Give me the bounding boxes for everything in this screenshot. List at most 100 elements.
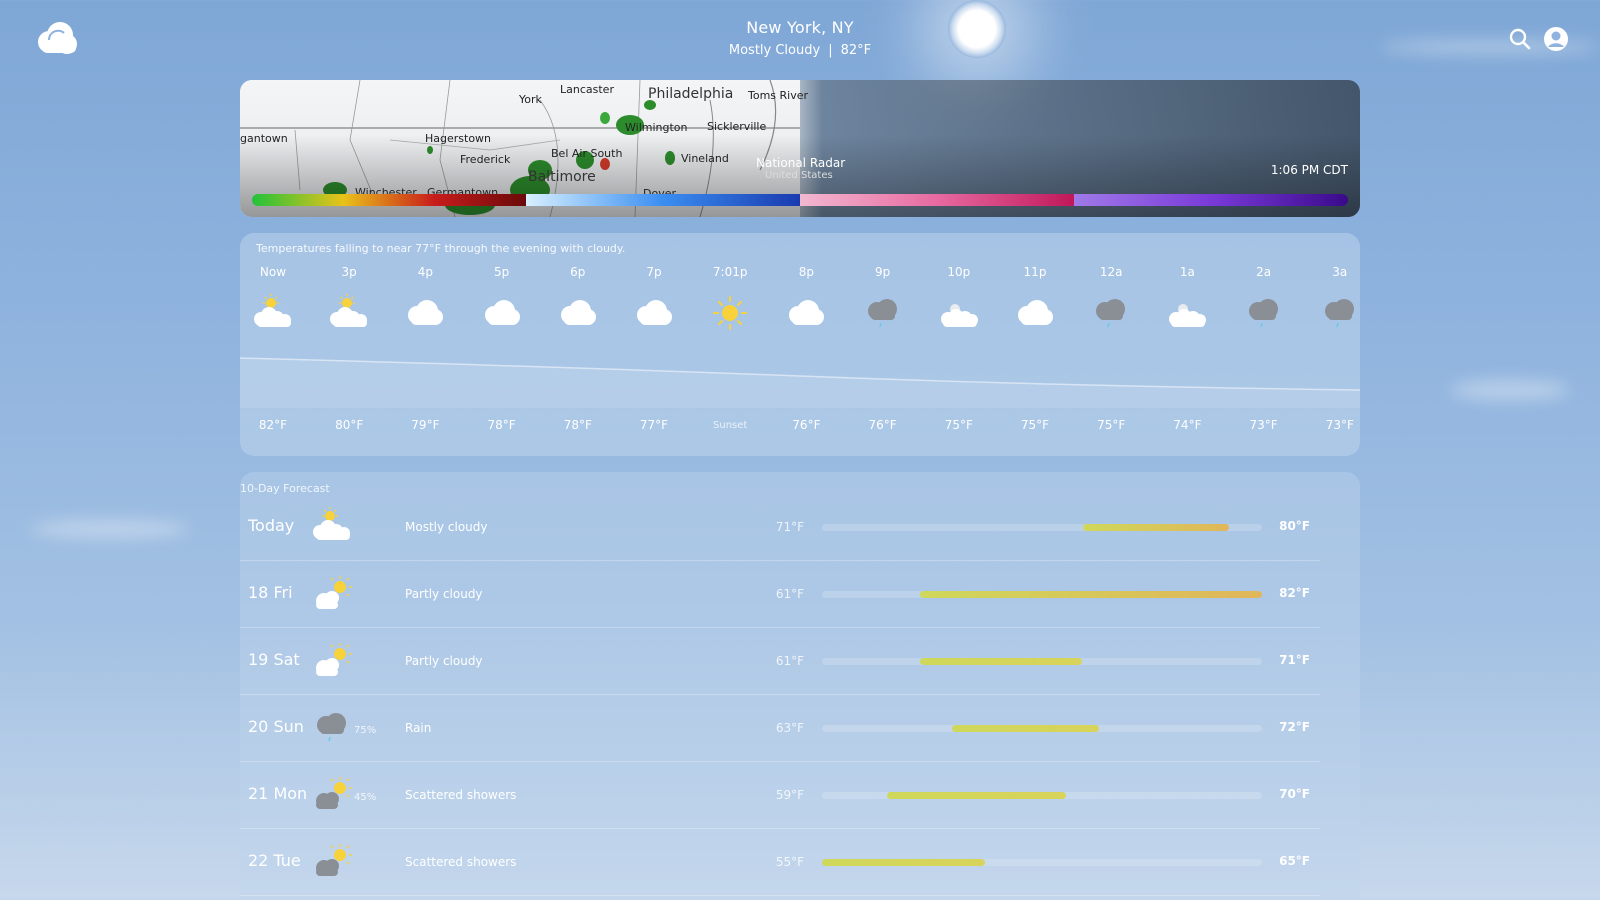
day-condition: Rain	[405, 721, 432, 735]
map-label-york: York	[519, 93, 542, 106]
rain-cloud-icon	[1240, 293, 1288, 333]
hour-label: 10p	[947, 265, 971, 279]
background-cloud	[30, 520, 190, 538]
day-row[interactable]: 19 Sat Partly cloudy 61°F 71°F	[240, 628, 1320, 695]
temp-range-fill	[919, 591, 1262, 598]
day-condition: Mostly cloudy	[405, 520, 488, 534]
hour-label: 7:01p	[712, 265, 748, 279]
current-temp: 82°F	[840, 43, 872, 58]
night-clouds-icon	[935, 293, 983, 333]
day-low-temp: 55°F	[775, 855, 804, 869]
day-row[interactable]: 20 Sun 75% Rain 63°F 72°F	[240, 695, 1320, 762]
temp-range-track	[822, 859, 1262, 866]
hour-column[interactable]: 4p	[395, 265, 455, 333]
sun-shower-icon	[308, 774, 360, 816]
radar-map[interactable]: York Lancaster Philadelphia Toms River W…	[240, 80, 1360, 217]
hour-temp: 78°F	[487, 418, 516, 432]
temp-range-fill	[822, 859, 985, 866]
hour-temp: 75°F	[1097, 418, 1126, 432]
hour-column[interactable]: 2a	[1234, 265, 1294, 333]
radar-subtitle: United States	[765, 170, 833, 181]
map-label-frederick: Frederick	[460, 153, 511, 166]
hour-temp: 75°F	[1020, 418, 1050, 432]
day-high-temp: 82°F	[1279, 586, 1310, 600]
hour-temp: 80°F	[335, 418, 364, 432]
account-icon[interactable]	[1543, 26, 1569, 52]
hour-label: 1a	[1179, 265, 1195, 279]
temp-range-track	[822, 524, 1262, 531]
day-row[interactable]: 18 Fri Partly cloudy 61°F 82°F	[240, 561, 1320, 628]
day-condition: Scattered showers	[405, 788, 517, 802]
cloud-icon	[782, 293, 830, 333]
rain-cloud-icon	[1316, 293, 1364, 333]
day-low-temp: 59°F	[775, 788, 804, 802]
day-row[interactable]: Today Mostly cloudy 71°F 80°F	[240, 494, 1320, 561]
temp-range-track	[822, 591, 1262, 598]
partly-sunny-clouds-icon	[308, 506, 360, 548]
hour-column[interactable]: 8p	[776, 265, 836, 333]
day-condition: Partly cloudy	[405, 587, 483, 601]
map-label-philadelphia: Philadelphia	[648, 86, 734, 102]
hour-column[interactable]: 3p	[319, 265, 379, 333]
day-low-temp: 71°F	[775, 520, 804, 534]
day-name: Today	[248, 516, 295, 535]
map-label-lancaster: Lancaster	[560, 83, 614, 96]
cloud-icon	[478, 293, 526, 333]
precip-chance: 75%	[354, 725, 377, 736]
partly-cloudy-icon	[308, 573, 360, 615]
hourly-summary: Temperatures falling to near 77°F throug…	[256, 242, 626, 255]
day-name: 18 Fri	[248, 583, 293, 602]
hour-label: 5p	[493, 265, 510, 279]
legend-snow	[526, 194, 800, 206]
hour-column[interactable]: 6p	[548, 265, 608, 333]
radar-timestamp: 1:06 PM CDT	[1270, 163, 1348, 177]
hour-column[interactable]: 7:01p	[700, 265, 760, 333]
hour-column[interactable]: 9p	[853, 265, 913, 333]
current-conditions: Mostly Cloudy | 82°F	[0, 43, 1600, 58]
temp-range-fill	[887, 792, 1067, 799]
hour-column[interactable]: 5p	[472, 265, 532, 333]
day-high-temp: 71°F	[1279, 653, 1310, 667]
hour-column[interactable]: 12a	[1081, 265, 1141, 333]
day-low-temp: 61°F	[775, 654, 804, 668]
partly-cloudy-icon	[308, 640, 360, 682]
hour-temp: 82°F	[258, 418, 288, 432]
map-label-morgantown: gantown	[240, 132, 288, 145]
day-row[interactable]: 22 Tue Scattered showers 55°F 65°F	[240, 829, 1320, 896]
hour-column[interactable]: 1a	[1157, 265, 1217, 333]
hour-label: 3p	[341, 265, 357, 279]
cloud-icon	[554, 293, 602, 333]
hour-column[interactable]: 10p	[929, 265, 989, 333]
rain-cloud-icon	[308, 707, 360, 749]
hour-label: 3a	[1332, 265, 1348, 279]
map-label-sicklerville: Sicklerville	[707, 120, 767, 133]
night-clouds-icon	[1163, 293, 1211, 333]
hourly-forecast-panel[interactable]: Temperatures falling to near 77°F throug…	[240, 233, 1360, 456]
hour-label: 9p	[874, 265, 891, 279]
map-label-baltimore: Baltimore	[528, 169, 596, 185]
map-label-wilmington: Wilmington	[625, 121, 688, 134]
hour-column[interactable]: 11p	[1005, 265, 1065, 333]
radar-legend-bar	[252, 194, 1348, 206]
hour-temp: 73°F	[1249, 418, 1278, 432]
ten-day-forecast-panel[interactable]: 10-Day Forecast Today Mostly cloudy 71°F 80…	[240, 472, 1360, 900]
hour-column[interactable]: Now	[243, 265, 303, 333]
rain-cloud-icon	[1087, 293, 1135, 333]
hour-temp: 75°F	[944, 418, 973, 432]
hour-column[interactable]: 3a	[1310, 265, 1370, 333]
day-name: 22 Tue	[248, 851, 301, 870]
hour-temp: 79°F	[411, 418, 440, 432]
temp-range-fill	[952, 725, 1099, 732]
day-high-temp: 72°F	[1279, 720, 1310, 734]
day-low-temp: 61°F	[775, 587, 804, 601]
map-label-toms-river: Toms River	[748, 89, 809, 102]
partly-sunny-clouds-icon	[325, 293, 373, 333]
location-header: New York, NY Mostly Cloudy | 82°F	[0, 18, 1600, 58]
separator: |	[828, 43, 833, 58]
hour-label: Now	[259, 265, 287, 279]
day-row[interactable]: 21 Mon 45% Scattered showers 59°F 70°F	[240, 762, 1320, 829]
radar-title: National Radar	[756, 156, 846, 170]
hour-column[interactable]: 7p	[624, 265, 684, 333]
search-icon[interactable]	[1507, 26, 1533, 52]
cloud-icon	[630, 293, 678, 333]
